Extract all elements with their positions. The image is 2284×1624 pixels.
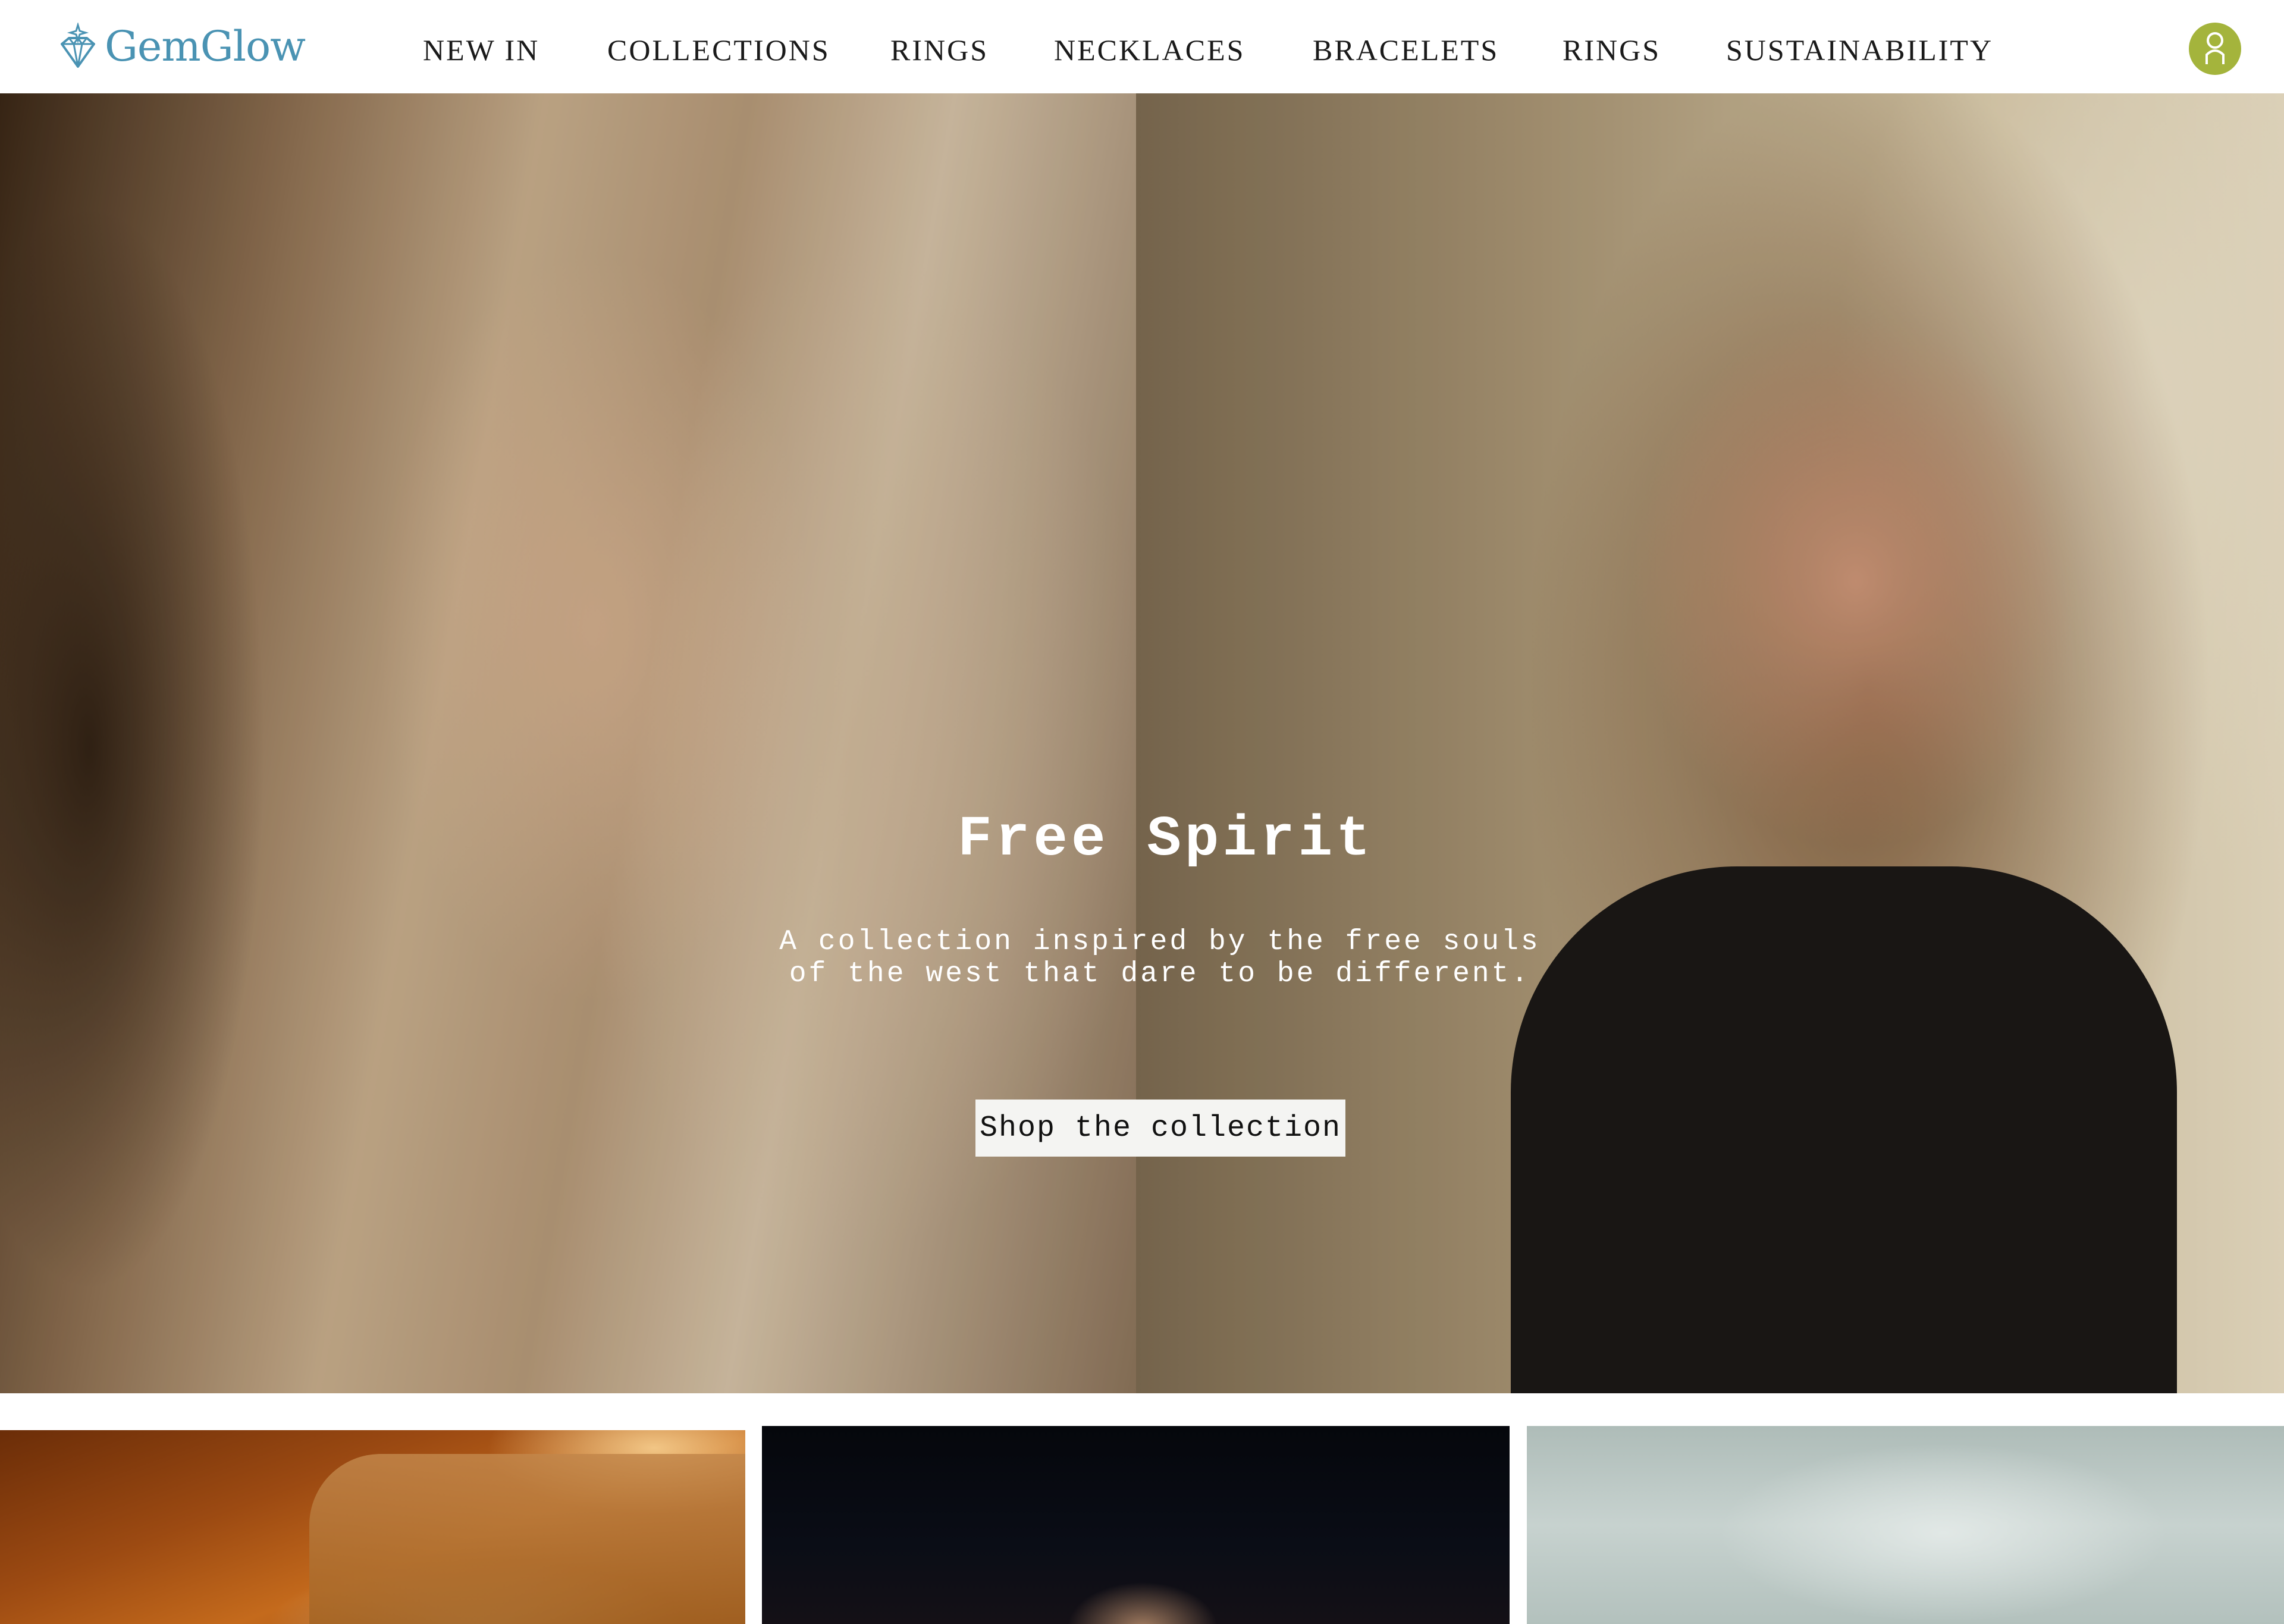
account-button[interactable] bbox=[2189, 23, 2241, 75]
shop-collection-button[interactable]: Shop the collection bbox=[975, 1100, 1345, 1157]
nav-item-bracelets[interactable]: BRACELETS bbox=[1313, 30, 1499, 70]
collection-tile-2[interactable] bbox=[762, 1426, 1510, 1624]
nav-item-new-in[interactable]: NEW IN bbox=[423, 30, 539, 70]
hero-banner: Free Spirit A collection inspired by the… bbox=[0, 93, 2284, 1393]
site-header: GemGlow NEW IN COLLECTIONS RINGS NECKLAC… bbox=[0, 0, 2284, 93]
hero-title: Free Spirit bbox=[958, 807, 1374, 872]
collection-tile-1[interactable] bbox=[0, 1430, 745, 1624]
nav-item-sustainability[interactable]: SUSTAINABILITY bbox=[1726, 30, 1993, 70]
hero-subtitle: A collection inspired by the free souls … bbox=[779, 926, 1541, 990]
nav-item-rings-2[interactable]: RINGS bbox=[1563, 30, 1661, 70]
main-nav: NEW IN COLLECTIONS RINGS NECKLACES BRACE… bbox=[0, 0, 2284, 93]
user-icon bbox=[2198, 29, 2232, 70]
tile-image-detail bbox=[309, 1454, 745, 1624]
page: GemGlow NEW IN COLLECTIONS RINGS NECKLAC… bbox=[0, 0, 2284, 1624]
nav-item-collections[interactable]: COLLECTIONS bbox=[607, 30, 830, 70]
collection-tile-3[interactable] bbox=[1527, 1426, 2284, 1624]
nav-item-rings[interactable]: RINGS bbox=[890, 30, 989, 70]
nav-item-necklaces[interactable]: NECKLACES bbox=[1054, 30, 1245, 70]
hero-overlay bbox=[0, 93, 2284, 1393]
